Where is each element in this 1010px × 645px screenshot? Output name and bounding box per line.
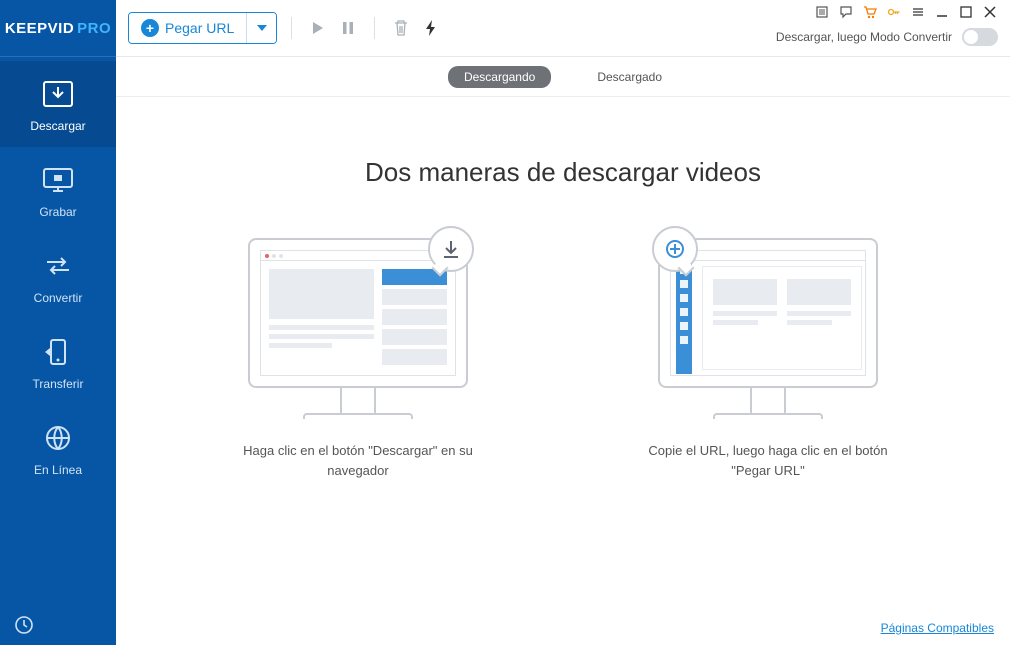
method-browser-button: Haga clic en el botón "Descargar" en su … xyxy=(223,238,493,480)
sidebar-item-convertir[interactable]: Convertir xyxy=(0,233,116,319)
lightning-icon xyxy=(423,20,439,36)
history-button[interactable] xyxy=(0,605,116,645)
title-icons xyxy=(814,4,998,20)
sidebar-item-label: Convertir xyxy=(34,291,83,305)
logo: KEEPVID PRO xyxy=(0,0,116,57)
plus-bubble-icon xyxy=(652,226,698,272)
content: Dos maneras de descargar videos xyxy=(116,97,1010,645)
nav: Descargar Grabar Convertir Transferir En… xyxy=(0,57,116,605)
more-icon[interactable] xyxy=(910,4,926,20)
content-heading: Dos maneras de descargar videos xyxy=(365,157,761,188)
monitor-illustration xyxy=(248,238,468,388)
delete-button[interactable] xyxy=(389,16,413,40)
play-button[interactable] xyxy=(306,16,330,40)
paste-url-group: + Pegar URL xyxy=(128,12,277,44)
maximize-button[interactable] xyxy=(958,4,974,20)
monitor-illustration xyxy=(658,238,878,388)
key-icon[interactable] xyxy=(886,4,902,20)
separator xyxy=(374,17,375,39)
paste-url-dropdown[interactable] xyxy=(246,13,276,43)
cart-icon[interactable] xyxy=(862,4,878,20)
convert-mode-toggle[interactable] xyxy=(962,28,998,46)
separator xyxy=(291,17,292,39)
method-paste-url: Copie el URL, luego haga clic en el botó… xyxy=(633,238,903,480)
record-icon xyxy=(41,165,75,195)
turbo-button[interactable] xyxy=(419,16,443,40)
method2-caption: Copie el URL, luego haga clic en el botó… xyxy=(633,441,903,480)
paste-url-button[interactable]: + Pegar URL xyxy=(129,13,246,43)
menu-icon[interactable] xyxy=(814,4,830,20)
sidebar-item-transferir[interactable]: Transferir xyxy=(0,319,116,405)
logo-pro: PRO xyxy=(77,20,111,37)
tabs: Descargando Descargado xyxy=(116,57,1010,97)
sidebar-item-label: En Línea xyxy=(34,463,82,477)
logo-keepvid: KEEPVID xyxy=(5,20,74,37)
feedback-icon[interactable] xyxy=(838,4,854,20)
transfer-icon xyxy=(41,337,75,367)
method1-caption: Haga clic en el botón "Descargar" en su … xyxy=(223,441,493,480)
trash-icon xyxy=(393,20,409,36)
paste-url-label: Pegar URL xyxy=(165,20,234,36)
chevron-down-icon xyxy=(257,25,267,31)
topbar: + Pegar URL xyxy=(116,0,1010,57)
download-icon xyxy=(41,79,75,109)
minimize-button[interactable] xyxy=(934,4,950,20)
compatible-pages-link[interactable]: Páginas Compatibles xyxy=(881,621,994,635)
sidebar: KEEPVID PRO Descargar Grabar Convertir T… xyxy=(0,0,116,645)
sidebar-item-label: Transferir xyxy=(33,377,84,391)
download-bubble-icon xyxy=(428,226,474,272)
globe-icon xyxy=(41,423,75,453)
toggle-label: Descargar, luego Modo Convertir xyxy=(776,30,952,44)
play-icon xyxy=(310,20,326,36)
plus-circle-icon: + xyxy=(141,19,159,37)
sidebar-item-label: Grabar xyxy=(39,205,76,219)
tab-descargado[interactable]: Descargado xyxy=(581,66,678,88)
sidebar-item-grabar[interactable]: Grabar xyxy=(0,147,116,233)
sidebar-item-label: Descargar xyxy=(30,119,85,133)
history-icon xyxy=(14,615,34,635)
close-button[interactable] xyxy=(982,4,998,20)
tab-descargando[interactable]: Descargando xyxy=(448,66,551,88)
pause-icon xyxy=(340,20,356,36)
sidebar-item-en-linea[interactable]: En Línea xyxy=(0,405,116,491)
convert-icon xyxy=(41,251,75,281)
pause-button[interactable] xyxy=(336,16,360,40)
sidebar-item-descargar[interactable]: Descargar xyxy=(0,61,116,147)
